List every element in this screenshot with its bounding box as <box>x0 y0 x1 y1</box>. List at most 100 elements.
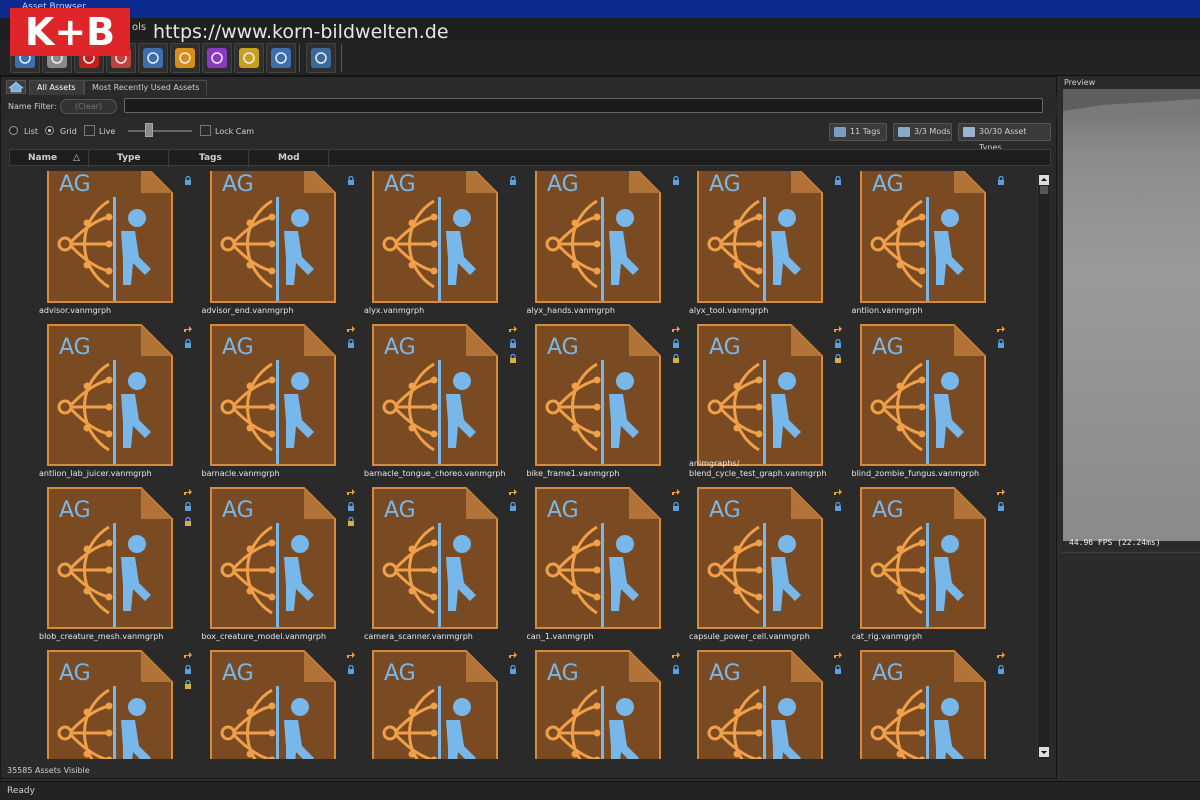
asset-thumbnail[interactable]: AG <box>697 171 823 303</box>
asset-thumbnail[interactable]: AG <box>859 487 986 629</box>
asset-grid-item[interactable]: AG <box>505 644 680 759</box>
column-mod[interactable]: Mod <box>249 150 329 167</box>
asset-grid-item[interactable]: AG barnacle.vanmgrph <box>180 318 355 480</box>
asset-grid-item[interactable]: AG <box>17 644 192 759</box>
asset-grid-item[interactable]: AG antlion_lab_juicer.vanmgrph <box>17 318 192 480</box>
asset-thumbnail[interactable]: AG <box>859 324 986 466</box>
asset-name-label: box_creature_model.vanmgrph <box>201 632 327 641</box>
slider-handle[interactable] <box>145 123 153 137</box>
svg-text:AG: AG <box>872 661 904 686</box>
asset-thumbnail[interactable]: AG <box>534 650 661 759</box>
clear-filter-button[interactable]: (Clear) <box>60 99 117 114</box>
monitor-button[interactable] <box>306 43 336 73</box>
column-name[interactable]: Name △ <box>10 150 89 167</box>
asset-thumbnail[interactable]: AG <box>209 171 336 303</box>
tags-filter-button[interactable]: 11 Tags <box>829 123 887 141</box>
scroll-down-button[interactable] <box>1039 747 1049 757</box>
scroll-thumb[interactable] <box>1040 186 1048 194</box>
asset-thumbnail[interactable]: AG <box>209 650 336 759</box>
asset-grid-item[interactable]: AG <box>180 644 355 759</box>
asset-grid-item[interactable]: AG <box>830 644 1005 759</box>
asset-thumbnail[interactable]: AG <box>209 324 336 466</box>
column-type[interactable]: Type <box>89 150 169 167</box>
list-radio[interactable] <box>9 126 18 135</box>
asset-grid-item[interactable]: AG animgraphs/ blend_cycle_test_graph.va… <box>667 318 842 480</box>
asset-grid-item[interactable]: AG antlion.vanmgrph <box>830 171 1004 317</box>
name-filter-input[interactable] <box>124 98 1043 113</box>
live-label: Live <box>99 127 116 136</box>
tab-all-assets[interactable]: All Assets <box>29 80 84 95</box>
asset-thumbnail[interactable]: AG <box>47 650 173 759</box>
asset-grid-item[interactable]: AG camera_scanner.vanmgrph <box>342 481 517 643</box>
asset-grid-item[interactable]: AG <box>667 644 842 759</box>
grid-radio[interactable] <box>45 126 54 135</box>
asset-grid-item[interactable]: AG can_1.vanmgrph <box>505 481 680 643</box>
asset-grid-item[interactable]: AG blob_creature_mesh.vanmgrph <box>17 481 192 643</box>
asset-thumbnail[interactable]: AG <box>534 487 661 629</box>
menu-tools[interactable]: ols <box>132 22 146 33</box>
asset-grid-item[interactable]: AG alyx_tool.vanmgrph <box>667 171 841 317</box>
asset-grid-item[interactable]: AG barnacle_tongue_choreo.vanmgrph <box>342 318 517 480</box>
vertical-scrollbar[interactable] <box>1037 173 1049 759</box>
particle-tool-button[interactable] <box>138 43 168 73</box>
tag-icon <box>834 127 846 137</box>
tile-tool-button[interactable] <box>170 43 200 73</box>
asset-grid-item[interactable]: AG bike_frame1.vanmgrph <box>505 318 680 480</box>
film-reel-button[interactable] <box>234 43 264 73</box>
asset-grid-item[interactable]: AG <box>342 644 517 759</box>
asset-thumbnail[interactable]: AG <box>697 324 823 466</box>
svg-text:AG: AG <box>222 172 254 197</box>
asset-thumbnail[interactable]: AG <box>372 487 498 629</box>
asset-thumbnail[interactable]: AG <box>697 487 823 629</box>
animgraph-file-icon: AG <box>859 171 986 303</box>
svg-text:AG: AG <box>547 661 579 686</box>
asset-thumbnail[interactable]: AG <box>47 324 173 466</box>
name-filter-label: Name Filter: <box>8 102 57 111</box>
preview-viewport[interactable]: 44.96 FPS (22.24ms) <box>1063 89 1200 547</box>
asset-thumbnail[interactable]: AG <box>859 171 986 303</box>
asset-grid-item[interactable]: AG blind_zombie_fungus.vanmgrph <box>830 318 1005 480</box>
watermark-logo: K+B <box>10 8 130 56</box>
asset-grid-item[interactable]: AG box_creature_model.vanmgrph <box>180 481 355 643</box>
tab-most-recent[interactable]: Most Recently Used Assets <box>84 80 208 95</box>
asset-thumbnail[interactable]: AG <box>534 324 661 466</box>
asset-grid: AG advisor.vanmgrph AG advisor_end.vanmg… <box>9 171 1036 759</box>
mods-filter-button[interactable]: 3/3 Mods <box>893 123 952 141</box>
svg-text:AG: AG <box>547 498 579 523</box>
svg-text:AG: AG <box>222 335 254 360</box>
asset-thumbnail[interactable]: AG <box>372 171 498 303</box>
asset-thumbnail[interactable]: AG <box>47 171 173 303</box>
toolbar <box>0 40 1200 76</box>
asset-thumbnail[interactable]: AG <box>372 324 498 466</box>
asset-grid-item[interactable]: AG capsule_power_cell.vanmgrph <box>667 481 842 643</box>
asset-grid-item[interactable]: AG alyx.vanmgrph <box>342 171 516 317</box>
title-bar: Asset Browser <box>0 0 1200 18</box>
asset-grid-item[interactable]: AG alyx_hands.vanmgrph <box>505 171 679 317</box>
column-tags[interactable]: Tags <box>169 150 249 167</box>
asset-thumbnail[interactable]: AG <box>372 650 498 759</box>
toolbar-separator <box>341 44 342 72</box>
column-header: Name △ Type Tags Mod <box>9 149 1051 167</box>
thumb-size-slider[interactable] <box>128 130 192 132</box>
asset-thumbnail[interactable]: AG <box>47 487 173 629</box>
asset-grid-item[interactable]: AG advisor_end.vanmgrph <box>180 171 354 317</box>
svg-text:AG: AG <box>872 498 904 523</box>
color-wheel-button[interactable] <box>202 43 232 73</box>
steam-tool-button[interactable] <box>266 43 296 73</box>
svg-text:AG: AG <box>59 661 91 686</box>
asset-grid-item[interactable]: AG advisor.vanmgrph <box>17 171 191 317</box>
asset-grid-item[interactable]: AG cat_rig.vanmgrph <box>830 481 1005 643</box>
asset-types-filter-button[interactable]: 30/30 Asset Types <box>958 123 1051 152</box>
lock-icon <box>997 502 1004 511</box>
scroll-up-button[interactable] <box>1039 175 1049 185</box>
animgraph-file-icon: AG <box>859 650 986 759</box>
asset-thumbnail[interactable]: AG <box>534 171 661 303</box>
assets-visible-count: 35585 Assets Visible <box>7 766 90 775</box>
lock-cam-checkbox[interactable] <box>200 125 211 136</box>
asset-thumbnail[interactable]: AG <box>859 650 986 759</box>
live-checkbox[interactable] <box>84 125 95 136</box>
asset-thumbnail[interactable]: AG <box>209 487 336 629</box>
asset-thumbnail[interactable]: AG <box>697 650 823 759</box>
animgraph-file-icon: AG <box>534 171 661 303</box>
home-button[interactable] <box>6 80 26 94</box>
